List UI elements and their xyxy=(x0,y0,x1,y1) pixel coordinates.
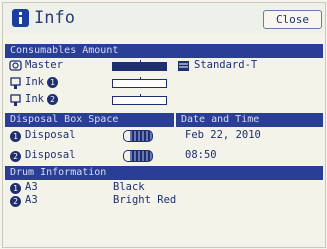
title-bar: Info Close xyxy=(3,3,325,34)
ink1-level-gauge xyxy=(112,77,167,88)
master-level-fill xyxy=(113,63,166,70)
disposal2-number: 2 xyxy=(10,151,21,162)
info-icon xyxy=(12,9,29,27)
ink2-gauge-tick xyxy=(139,94,141,97)
datetime-section-header: Date and Time xyxy=(176,113,323,127)
drum2-size: A3 xyxy=(25,194,38,206)
master-gauge-tick xyxy=(139,60,141,63)
disposal1-label: Disposal xyxy=(25,129,76,141)
ink-icon xyxy=(10,94,21,106)
ink2-label: Ink xyxy=(25,93,44,105)
master-icon xyxy=(9,60,22,71)
ink1-label: Ink xyxy=(25,76,44,88)
consumables-section-header: Consumables Amount xyxy=(5,44,323,58)
disposal2-empty-space xyxy=(124,151,130,161)
ink1-number: 1 xyxy=(47,77,58,88)
disposal2-label: Disposal xyxy=(25,149,76,161)
ink2-number: 2 xyxy=(47,94,58,105)
disposal2-box-gauge xyxy=(123,150,153,162)
master-type-icon xyxy=(178,61,189,71)
page-title: Info xyxy=(34,8,75,28)
disposal1-empty-space xyxy=(124,131,130,141)
disposal1-number: 1 xyxy=(10,131,21,142)
drum1-number: 1 xyxy=(10,183,21,194)
drum2-number: 2 xyxy=(10,196,21,207)
disposal1-box-gauge xyxy=(123,130,153,142)
drum-section-header: Drum Information xyxy=(5,166,323,180)
close-button[interactable]: Close xyxy=(263,10,322,29)
drum1-size: A3 xyxy=(25,181,38,193)
ink2-level-gauge xyxy=(112,94,167,105)
master-level-gauge xyxy=(112,60,167,71)
master-type-label: Standard-T xyxy=(194,59,258,71)
ink1-gauge-tick xyxy=(139,77,141,80)
date-value: Feb 22, 2010 xyxy=(185,129,261,141)
ink-icon xyxy=(10,77,21,89)
time-value: 08:50 xyxy=(185,149,217,161)
master-label: Master xyxy=(25,59,63,71)
drum2-color: Bright Red xyxy=(113,194,177,206)
disposal-section-header: Disposal Box Space xyxy=(5,113,174,127)
drum1-color: Black xyxy=(113,181,145,193)
info-screen: Info Close Consumables Amount Master Sta… xyxy=(2,2,326,248)
